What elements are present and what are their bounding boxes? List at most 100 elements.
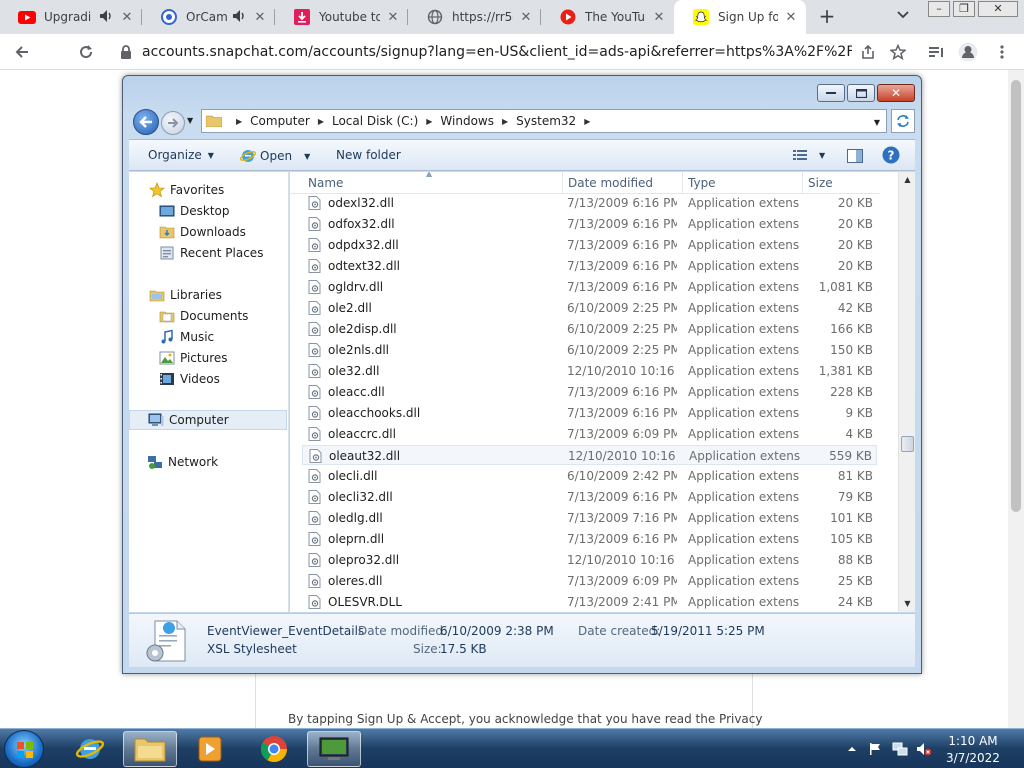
- taskbar-media-player[interactable]: [183, 731, 237, 767]
- nav-libraries[interactable]: Libraries: [129, 285, 287, 305]
- table-row[interactable]: ole2.dll 6/10/2009 2:25 PM Application ext…: [302, 298, 877, 318]
- browser-tab-5[interactable]: Sign Up for S ✕: [674, 0, 806, 34]
- column-type[interactable]: Type: [688, 176, 716, 190]
- clock-date[interactable]: 3/7/2022: [944, 751, 1002, 765]
- refresh-icon[interactable]: [891, 109, 915, 133]
- browser-tab-3[interactable]: https://rr5--- ✕: [408, 0, 541, 34]
- taskbar-chrome[interactable]: [247, 731, 301, 767]
- breadcrumb-local-disk[interactable]: Local Disk (C:): [332, 114, 418, 128]
- page-scrollbar[interactable]: [1008, 70, 1024, 728]
- restore-button[interactable]: ❐: [953, 1, 975, 17]
- forward-button[interactable]: [161, 111, 185, 135]
- start-button[interactable]: [4, 730, 44, 768]
- show-hidden-icons-icon[interactable]: [845, 742, 859, 756]
- breadcrumb-system32[interactable]: System32: [516, 114, 576, 128]
- close-icon[interactable]: ✕: [253, 10, 267, 25]
- nav-downloads[interactable]: Downloads: [129, 222, 287, 242]
- breadcrumb-windows[interactable]: Windows: [440, 114, 494, 128]
- table-row[interactable]: ole2nls.dll 6/10/2009 2:25 PM Application …: [302, 340, 877, 360]
- scroll-up-icon[interactable]: ▲: [899, 172, 916, 188]
- close-icon[interactable]: ✕: [784, 10, 798, 25]
- recent-pages-dropdown[interactable]: ▼: [187, 116, 199, 130]
- close-icon[interactable]: ✕: [652, 10, 666, 25]
- reload-icon[interactable]: [76, 42, 96, 62]
- nav-recent-places[interactable]: Recent Places: [129, 243, 287, 263]
- speaker-icon[interactable]: [233, 9, 247, 25]
- close-window-button[interactable]: ✕: [978, 1, 1018, 17]
- close-icon[interactable]: ✕: [120, 10, 134, 25]
- scroll-down-icon[interactable]: ▼: [899, 596, 916, 612]
- table-row[interactable]: odexl32.dll 7/13/2009 6:16 PM Application …: [302, 193, 877, 213]
- table-row[interactable]: ole2disp.dll 6/10/2009 2:25 PM Application…: [302, 319, 877, 339]
- table-row[interactable]: oleaut32.dll 12/10/2010 10:16 ... Applicat…: [302, 445, 877, 465]
- flag-icon[interactable]: [868, 742, 882, 756]
- kebab-menu-icon[interactable]: [992, 42, 1012, 62]
- table-row[interactable]: oleacchooks.dll 7/13/2009 6:16 PM Applicat…: [302, 403, 877, 423]
- close-icon[interactable]: ✕: [386, 10, 400, 25]
- table-row[interactable]: oleaccrc.dll 7/13/2009 6:09 PM Application…: [302, 424, 877, 444]
- preview-pane-button[interactable]: [847, 149, 863, 163]
- browser-tab-1[interactable]: OrCam F ✕: [142, 0, 275, 34]
- close-icon[interactable]: ✕: [519, 10, 533, 25]
- view-options-button[interactable]: ▼: [793, 149, 825, 161]
- browser-tab-4[interactable]: The YouTube ✕: [541, 0, 674, 34]
- network-tray-icon[interactable]: [892, 742, 908, 756]
- media-queue-icon[interactable]: [926, 42, 946, 62]
- table-row[interactable]: odfox32.dll 7/13/2009 6:16 PM Application …: [302, 214, 877, 234]
- lock-icon[interactable]: [116, 42, 136, 62]
- profile-avatar-icon[interactable]: [958, 42, 978, 62]
- table-row[interactable]: oleres.dll 7/13/2009 6:09 PM Application e…: [302, 571, 877, 591]
- browser-tab-2[interactable]: Youtube to M ✕: [275, 0, 408, 34]
- share-icon[interactable]: [858, 42, 878, 62]
- table-row[interactable]: OLESVR.DLL 7/13/2009 2:41 PM Application e…: [302, 592, 877, 612]
- new-folder-button[interactable]: New folder: [336, 148, 401, 162]
- scrollbar-thumb[interactable]: [901, 436, 914, 452]
- column-size[interactable]: Size: [808, 176, 833, 190]
- browser-tab-0[interactable]: Upgradi ✕: [0, 0, 142, 34]
- chevron-down-icon[interactable]: [896, 9, 914, 25]
- speaker-icon[interactable]: [100, 9, 114, 25]
- nav-videos[interactable]: Videos: [129, 369, 287, 389]
- column-name[interactable]: Name: [308, 176, 343, 190]
- page-scrollbar-thumb[interactable]: [1011, 80, 1021, 512]
- taskbar-windows-explorer[interactable]: [123, 731, 177, 767]
- minimize-button[interactable]: –: [928, 1, 950, 17]
- table-row[interactable]: oleacc.dll 7/13/2009 6:16 PM Application e…: [302, 382, 877, 402]
- back-arrow-icon[interactable]: [12, 42, 32, 62]
- address-dropdown[interactable]: ▼: [874, 118, 880, 127]
- open-button[interactable]: Open ▼: [240, 148, 310, 164]
- table-row[interactable]: olecli32.dll 7/13/2009 6:16 PM Application…: [302, 487, 877, 507]
- nav-pictures[interactable]: Pictures: [129, 348, 287, 368]
- table-row[interactable]: odtext32.dll 7/13/2009 6:16 PM Application…: [302, 256, 877, 276]
- breadcrumb[interactable]: ▶ Computer ▶ Local Disk (C:) ▶ Windows ▶…: [201, 109, 887, 133]
- new-tab-button[interactable]: +: [816, 6, 838, 27]
- clock-time[interactable]: 1:10 AM: [944, 734, 1002, 748]
- nav-network[interactable]: Network: [129, 452, 287, 472]
- nav-desktop[interactable]: Desktop: [129, 201, 287, 221]
- nav-documents[interactable]: Documents: [129, 306, 287, 326]
- taskbar-screen-app[interactable]: [307, 731, 361, 767]
- taskbar-internet-explorer[interactable]: [63, 731, 117, 767]
- column-date-modified[interactable]: Date modified: [568, 176, 653, 190]
- file-list-scrollbar[interactable]: ▲ ▼: [898, 172, 915, 612]
- table-row[interactable]: ogldrv.dll 7/13/2009 6:16 PM Application e…: [302, 277, 877, 297]
- volume-muted-icon[interactable]: [916, 742, 932, 756]
- explorer-close-button[interactable]: ✕: [877, 84, 915, 102]
- back-button[interactable]: [133, 109, 159, 135]
- table-row[interactable]: odpdx32.dll 7/13/2009 6:16 PM Application …: [302, 235, 877, 255]
- breadcrumb-computer[interactable]: Computer: [250, 114, 310, 128]
- explorer-minimize-button[interactable]: [817, 84, 845, 102]
- help-button[interactable]: ?: [882, 146, 900, 164]
- explorer-maximize-button[interactable]: [847, 84, 875, 102]
- nav-music[interactable]: Music: [129, 327, 287, 347]
- table-row[interactable]: ole32.dll 12/10/2010 10:16 ... Application…: [302, 361, 877, 381]
- table-row[interactable]: oleprn.dll 7/13/2009 6:16 PM Application e…: [302, 529, 877, 549]
- organize-button[interactable]: Organize ▼: [148, 148, 214, 162]
- table-row[interactable]: olepro32.dll 12/10/2010 10:16 ... Applicat…: [302, 550, 877, 570]
- nav-computer[interactable]: Computer: [129, 410, 287, 430]
- nav-favorites[interactable]: Favorites: [129, 180, 287, 200]
- table-row[interactable]: oledlg.dll 7/13/2009 7:16 PM Application e…: [302, 508, 877, 528]
- bookmark-star-icon[interactable]: [888, 42, 908, 62]
- table-row[interactable]: olecli.dll 6/10/2009 2:42 PM Application e…: [302, 466, 877, 486]
- address-bar[interactable]: accounts.snapchat.com/accounts/signup?la…: [142, 44, 852, 60]
